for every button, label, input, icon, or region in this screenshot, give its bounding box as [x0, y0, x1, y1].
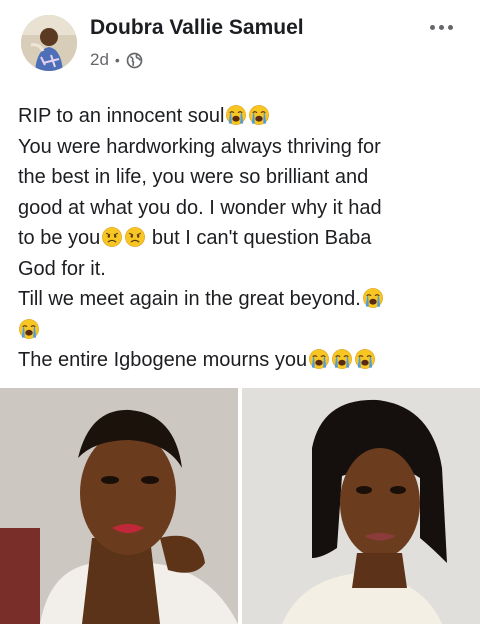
loudly-crying-face-icon [18, 318, 40, 340]
text-line: Till we meet again in the great beyond. [18, 284, 468, 315]
loudly-crying-face-icon [362, 287, 384, 309]
text-line: The entire Igbogene mourns you [18, 345, 468, 376]
post-time[interactable]: 2d [90, 50, 109, 70]
text-line: to be you but I can't question Baba [18, 226, 372, 249]
text-line: good at what you do. I wonder why it had [18, 196, 382, 219]
author-name[interactable]: Doubra Vallie Samuel [90, 16, 304, 40]
post-meta: 2d • [90, 50, 143, 70]
text-line [18, 315, 468, 346]
portrait-photo-right[interactable] [242, 388, 480, 624]
loudly-crying-face-icon [225, 104, 247, 126]
text-line: God for it. [18, 257, 106, 280]
loudly-crying-face-icon [354, 348, 376, 370]
portrait-photo-left[interactable] [0, 388, 238, 624]
loudly-crying-face-icon [331, 348, 353, 370]
globe-icon [126, 52, 143, 68]
frowning-face-icon [124, 226, 146, 248]
loudly-crying-face-icon [308, 348, 330, 370]
text-line: the best in life, you were so brilliant … [18, 166, 369, 188]
post-body: RIP to an innocent soul You were hardwor… [18, 101, 468, 376]
meta-separator: • [114, 52, 120, 68]
avatar[interactable] [21, 15, 77, 71]
frowning-face-icon [101, 226, 123, 248]
post-header: Doubra Vallie Samuel 2d • [0, 0, 480, 90]
text-line: You were hardworking always thriving for [18, 135, 381, 158]
text-line: RIP to an innocent soul [18, 101, 468, 132]
more-options-icon[interactable] [426, 20, 456, 34]
loudly-crying-face-icon [248, 104, 270, 126]
photo-grid [0, 388, 480, 624]
